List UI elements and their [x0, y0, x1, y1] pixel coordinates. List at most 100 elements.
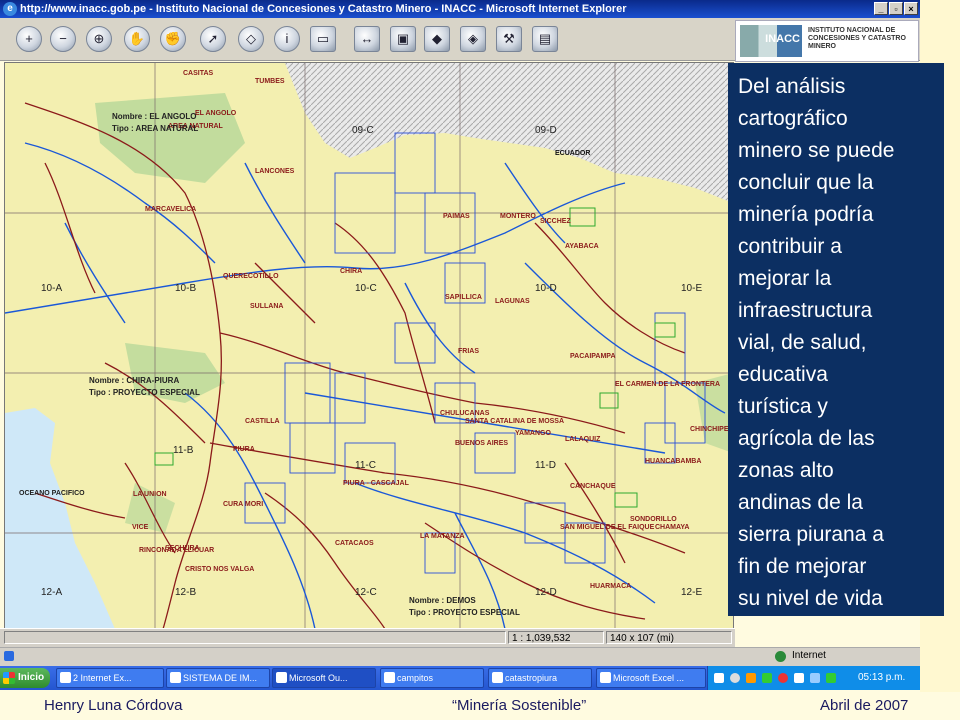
ie-icon: e — [3, 2, 17, 16]
save-disk-icon[interactable]: ▣ — [390, 26, 416, 52]
grid-label: 10-E — [681, 283, 702, 294]
internet-zone-icon — [775, 651, 786, 662]
map-view[interactable]: 09-C 09-D 10-A 10-B 10-C 10-D 10-E 11-B … — [4, 62, 734, 630]
info-icon[interactable]: i — [274, 26, 300, 52]
ie-icon — [60, 672, 71, 683]
place-label: EL ANGOLO — [195, 110, 237, 117]
document-icon[interactable]: ▭ — [310, 26, 336, 52]
place-label: PAIMAS — [443, 213, 470, 220]
footer-author: Henry Luna Córdova — [44, 697, 183, 714]
legend-nombre: Nombre : CHIRA-PIURA — [89, 376, 179, 385]
map-extent: 140 x 107 (mi) — [606, 631, 732, 644]
grid-label: 12-D — [535, 587, 557, 598]
zoom-out-icon[interactable]: − — [50, 26, 76, 52]
textbox-line: minería podría — [738, 203, 874, 226]
place-label: HUANCABAMBA — [645, 458, 701, 465]
grid-label: 10-B — [175, 283, 196, 294]
taskbar-item[interactable]: Microsoft Excel ... — [596, 668, 706, 688]
place-label: SONDORILLO — [630, 516, 677, 523]
grid-label: 12-A — [41, 587, 62, 598]
grid-label: 09-C — [352, 125, 374, 136]
grid-label: 12-E — [681, 587, 702, 598]
place-label: MONTERO — [500, 213, 536, 220]
layers-gray-icon[interactable]: ◈ — [460, 26, 486, 52]
place-label: PIURA — [233, 446, 255, 453]
place-label: SAPILLICA — [445, 294, 482, 301]
grid-label: 11-D — [535, 460, 556, 471]
clock: 05:13 p.m. — [858, 672, 906, 683]
place-label: CATACAOS — [335, 540, 374, 547]
place-label: SICCHEZ — [540, 218, 571, 225]
excel-icon — [600, 672, 611, 683]
place-label: OCEANO PACIFICO — [19, 490, 85, 497]
place-label: CASITAS — [183, 70, 214, 77]
place-label: CHIRA — [340, 268, 362, 275]
textbox-line: educativa — [738, 363, 828, 386]
minimize-button[interactable]: _ — [874, 2, 888, 15]
taskbar-item[interactable]: catastropiura — [488, 668, 592, 688]
place-label: PACAIPAMPA — [570, 353, 616, 360]
inacc-logo: INACC INSTITUTO NACIONAL DE CONCESIONES … — [735, 20, 919, 62]
eraser-icon[interactable]: ◇ — [238, 26, 264, 52]
place-label: VICE — [132, 524, 149, 531]
book-icon[interactable]: ▤ — [532, 26, 558, 52]
place-label: PIURA - CASCAJAL — [343, 480, 410, 487]
place-label: SANTA CATALINA DE MOSSA — [465, 418, 564, 425]
textbox-line: contribuir a — [738, 235, 842, 258]
grab-hand-icon[interactable]: ✊ — [160, 26, 186, 52]
maximize-button[interactable]: ▫ — [889, 2, 903, 15]
legend-tipo: Tipo : PROYECTO ESPECIAL — [89, 388, 200, 397]
taskbar-item[interactable]: 2 Internet Ex... — [56, 668, 164, 688]
tray-icon[interactable] — [826, 673, 836, 683]
map-canvas[interactable]: 09-C 09-D 10-A 10-B 10-C 10-D 10-E 11-B … — [5, 63, 733, 629]
tray-icon[interactable] — [714, 673, 724, 683]
inacc-logo-name: INSTITUTO NACIONAL DE CONCESIONES Y CATA… — [808, 27, 906, 50]
place-label: BUENOS AIRES — [455, 440, 508, 447]
tray-icon[interactable] — [746, 673, 756, 683]
windows-taskbar: Inicio 2 Internet Ex... SISTEMA DE IM...… — [0, 666, 920, 690]
place-label: HUARMACA — [590, 583, 631, 590]
tray-icon[interactable] — [794, 673, 804, 683]
place-label: CRISTO NOS VALGA — [185, 566, 254, 573]
pan-hand-icon[interactable]: ✋ — [124, 26, 150, 52]
place-label: LA UNION — [133, 491, 167, 498]
tray-icon[interactable] — [762, 673, 772, 683]
place-label: ECUADOR — [555, 150, 590, 157]
taskbar-item[interactable]: SISTEMA DE IM... — [166, 668, 270, 688]
textbox-line: turística y — [738, 395, 828, 418]
tray-icon[interactable] — [778, 673, 788, 683]
window-controls: _ ▫ × — [874, 2, 918, 15]
textbox-line: agrícola de las — [738, 427, 875, 450]
taskbar-item[interactable]: campitos — [380, 668, 484, 688]
place-label: TUMBES — [255, 78, 285, 85]
place-label: LA MATANZA — [420, 533, 465, 540]
zoom-extent-icon[interactable]: ⊕ — [86, 26, 112, 52]
start-button[interactable]: Inicio — [0, 668, 50, 688]
place-label: MARCAVELICA — [145, 206, 196, 213]
status-empty-cell — [4, 631, 506, 644]
measure-icon[interactable]: ↔ — [354, 26, 380, 52]
place-label: QUERECOTILLO — [223, 273, 279, 280]
textbox-line: vial, de salud, — [738, 331, 867, 354]
select-arrow-icon[interactable]: ➚ — [200, 26, 226, 52]
map-statusbar: 1 : 1,039,532 140 x 107 (mi) — [0, 628, 735, 647]
close-button[interactable]: × — [904, 2, 918, 15]
window-titlebar[interactable]: e http://www.inacc.gob.pe - Instituto Na… — [0, 0, 920, 18]
roads — [24, 102, 686, 629]
volume-icon[interactable] — [810, 673, 820, 683]
textbox-line: fin de mejorar — [738, 555, 867, 578]
taskbar-item[interactable]: Microsoft Ou... — [272, 668, 376, 688]
place-label: SAN MIGUEL DE EL FAIQUE — [560, 524, 655, 531]
textbox-line: cartográfico — [738, 107, 848, 130]
textbox-line: concluir que la — [738, 171, 874, 194]
tray-icon[interactable] — [730, 673, 740, 683]
place-label: CANCHAQUE — [570, 483, 616, 490]
textbox-line: infraestructura — [738, 299, 873, 322]
legend-nombre: Nombre : EL ANGOLO — [112, 112, 196, 121]
browser-statusbar: Internet — [0, 647, 920, 666]
tools-icon[interactable]: ⚒ — [496, 26, 522, 52]
place-label: LALAQUIZ — [565, 436, 601, 443]
layers-icon[interactable]: ◆ — [424, 26, 450, 52]
map-scale: 1 : 1,039,532 — [508, 631, 604, 644]
zoom-in-icon[interactable]: + — [16, 26, 42, 52]
